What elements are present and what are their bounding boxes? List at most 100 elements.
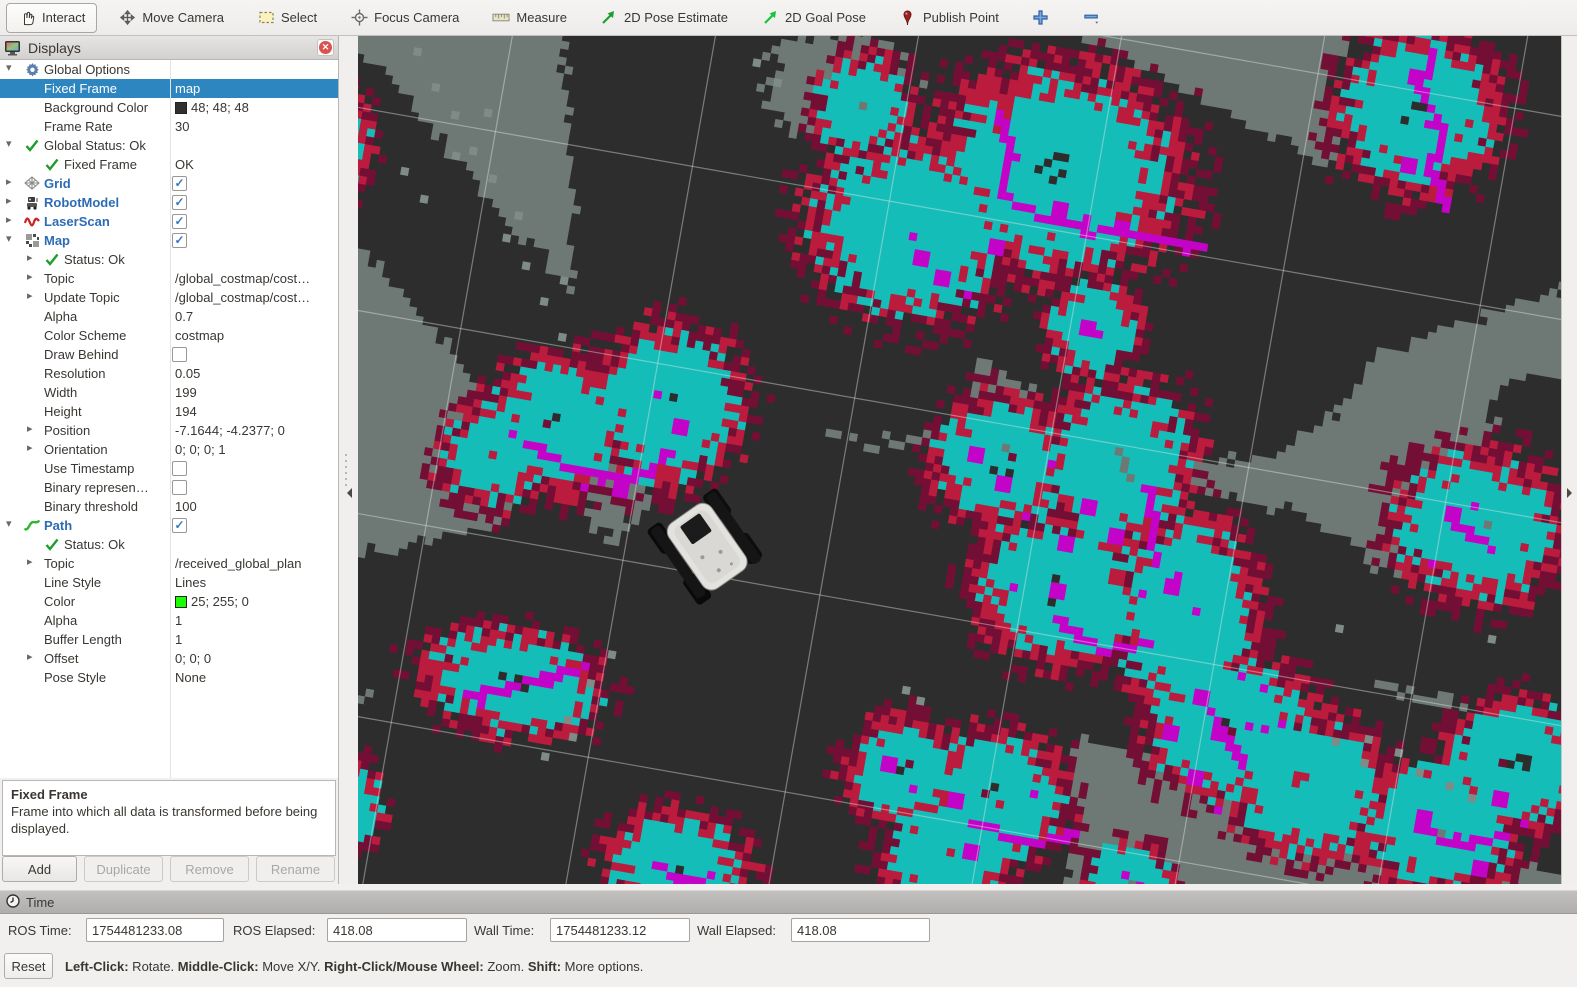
tree-row-offset[interactable]: ▸Offset0; 0; 0 <box>0 649 338 668</box>
checkbox-unchecked[interactable] <box>172 347 187 362</box>
tree-row-topic[interactable]: ▸Topic/global_costmap/cost… <box>0 269 338 288</box>
property-value[interactable]: 0; 0; 0; 1 <box>175 442 226 457</box>
field-input[interactable] <box>327 918 467 942</box>
tool-measure-button[interactable]: Measure <box>480 3 579 33</box>
property-value[interactable]: OK <box>175 157 194 172</box>
tree-row-laserscan[interactable]: ▸LaserScan✓ <box>0 212 338 231</box>
tool-plus-button[interactable] <box>1020 3 1062 33</box>
tree-row-resolution[interactable]: Resolution0.05 <box>0 364 338 383</box>
checkbox-checked[interactable]: ✓ <box>172 518 187 533</box>
tree-row-color[interactable]: Color25; 255; 0 <box>0 592 338 611</box>
property-value[interactable]: 194 <box>175 404 197 419</box>
expand-arrow-icon[interactable]: ▸ <box>27 422 33 435</box>
tree-row-position[interactable]: ▸Position-7.1644; -4.2377; 0 <box>0 421 338 440</box>
property-value[interactable]: /received_global_plan <box>175 556 301 571</box>
tool-2d-pose-estimate-button[interactable]: 2D Pose Estimate <box>588 3 740 33</box>
tree-row-status-ok[interactable]: Status: Ok <box>0 535 338 554</box>
tree-row-binary-represen-[interactable]: Binary represen… <box>0 478 338 497</box>
tree-row-use-timestamp[interactable]: Use Timestamp <box>0 459 338 478</box>
field-input[interactable] <box>550 918 690 942</box>
tree-row-update-topic[interactable]: ▸Update Topic/global_costmap/cost… <box>0 288 338 307</box>
tool-publish-point-button[interactable]: Publish Point <box>887 3 1011 33</box>
checkbox-checked[interactable]: ✓ <box>172 233 187 248</box>
tree-row-line-style[interactable]: Line StyleLines <box>0 573 338 592</box>
splitter-handle[interactable] <box>345 454 347 490</box>
expand-arrow-icon[interactable]: ▸ <box>27 289 33 302</box>
property-value[interactable]: -7.1644; -4.2377; 0 <box>175 423 285 438</box>
displays-panel-titlebar[interactable]: Displays ✕ <box>0 36 338 60</box>
tool-minus-button[interactable] <box>1071 3 1113 33</box>
tree-row-frame-rate[interactable]: Frame Rate30 <box>0 117 338 136</box>
tree-row-topic[interactable]: ▸Topic/received_global_plan <box>0 554 338 573</box>
tree-row-draw-behind[interactable]: Draw Behind <box>0 345 338 364</box>
close-icon[interactable]: ✕ <box>317 39 334 56</box>
expand-arrow-icon[interactable]: ▸ <box>27 441 33 454</box>
expand-arrow-icon[interactable]: ▸ <box>27 555 33 568</box>
expand-arrow-icon[interactable]: ▸ <box>27 251 33 264</box>
collapse-arrow-icon[interactable]: ▾ <box>6 517 12 530</box>
expand-arrow-icon[interactable]: ▸ <box>27 270 33 283</box>
tool-move-camera-button[interactable]: Move Camera <box>106 3 236 33</box>
checkbox-checked[interactable]: ✓ <box>172 195 187 210</box>
property-value[interactable]: 199 <box>175 385 197 400</box>
tree-row-path[interactable]: ▾Path✓ <box>0 516 338 535</box>
checkbox-checked[interactable]: ✓ <box>172 214 187 229</box>
property-value[interactable]: map <box>175 81 200 96</box>
tree-row-height[interactable]: Height194 <box>0 402 338 421</box>
costmap-canvas[interactable] <box>358 36 1561 884</box>
collapse-left-icon[interactable] <box>347 488 352 498</box>
property-value[interactable]: 48; 48; 48 <box>175 100 249 115</box>
expand-arrow-icon[interactable]: ▸ <box>27 650 33 663</box>
tree-row-background-color[interactable]: Background Color48; 48; 48 <box>0 98 338 117</box>
tree-row-color-scheme[interactable]: Color Schemecostmap <box>0 326 338 345</box>
tree-row-alpha[interactable]: Alpha1 <box>0 611 338 630</box>
tool-interact-button[interactable]: Interact <box>6 3 97 33</box>
reset-button[interactable]: Reset <box>4 953 53 979</box>
expand-arrow-icon[interactable]: ▸ <box>6 213 12 226</box>
tool-2d-goal-pose-button[interactable]: 2D Goal Pose <box>749 3 878 33</box>
property-value[interactable]: 1 <box>175 632 182 647</box>
property-value[interactable]: /global_costmap/cost… <box>175 290 310 305</box>
checkbox-unchecked[interactable] <box>172 480 187 495</box>
tree-row-buffer-length[interactable]: Buffer Length1 <box>0 630 338 649</box>
tree-row-global-options[interactable]: ▾Global Options <box>0 60 338 79</box>
render-viewport[interactable] <box>358 36 1561 884</box>
property-value[interactable]: 0.05 <box>175 366 200 381</box>
tree-row-status-ok[interactable]: ▸Status: Ok <box>0 250 338 269</box>
tree-row-map[interactable]: ▾Map✓ <box>0 231 338 250</box>
checkbox-checked[interactable]: ✓ <box>172 176 187 191</box>
field-input[interactable] <box>86 918 224 942</box>
left-splitter[interactable] <box>339 36 358 884</box>
tree-row-binary-threshold[interactable]: Binary threshold100 <box>0 497 338 516</box>
tree-row-fixed-frame[interactable]: Fixed Framemap <box>0 79 338 98</box>
time-panel-titlebar[interactable]: Time <box>0 890 1577 914</box>
tree-row-global-status-ok[interactable]: ▾Global Status: Ok <box>0 136 338 155</box>
checkbox-unchecked[interactable] <box>172 461 187 476</box>
tree-column-divider[interactable] <box>170 60 171 778</box>
tree-row-grid[interactable]: ▸Grid✓ <box>0 174 338 193</box>
right-splitter[interactable] <box>1561 36 1577 884</box>
expand-arrow-icon[interactable]: ▸ <box>6 194 12 207</box>
property-value[interactable]: 25; 255; 0 <box>175 594 249 609</box>
tree-row-pose-style[interactable]: Pose StyleNone <box>0 668 338 687</box>
collapse-arrow-icon[interactable]: ▾ <box>6 61 12 74</box>
tree-row-orientation[interactable]: ▸Orientation0; 0; 0; 1 <box>0 440 338 459</box>
property-value[interactable]: 0; 0; 0 <box>175 651 211 666</box>
add-button[interactable]: Add <box>2 856 77 882</box>
tree-row-robotmodel[interactable]: ▸RobotModel✓ <box>0 193 338 212</box>
property-value[interactable]: 0.7 <box>175 309 193 324</box>
property-value[interactable]: costmap <box>175 328 224 343</box>
property-value[interactable]: None <box>175 670 206 685</box>
property-value[interactable]: 1 <box>175 613 182 628</box>
property-value[interactable]: /global_costmap/cost… <box>175 271 310 286</box>
tree-row-alpha[interactable]: Alpha0.7 <box>0 307 338 326</box>
expand-arrow-icon[interactable]: ▸ <box>6 175 12 188</box>
collapse-arrow-icon[interactable]: ▾ <box>6 137 12 150</box>
tree-row-width[interactable]: Width199 <box>0 383 338 402</box>
expand-right-icon[interactable] <box>1567 488 1572 498</box>
tool-select-button[interactable]: Select <box>245 3 329 33</box>
property-value[interactable]: Lines <box>175 575 206 590</box>
tool-focus-camera-button[interactable]: Focus Camera <box>338 3 471 33</box>
collapse-arrow-icon[interactable]: ▾ <box>6 232 12 245</box>
field-input[interactable] <box>791 918 930 942</box>
